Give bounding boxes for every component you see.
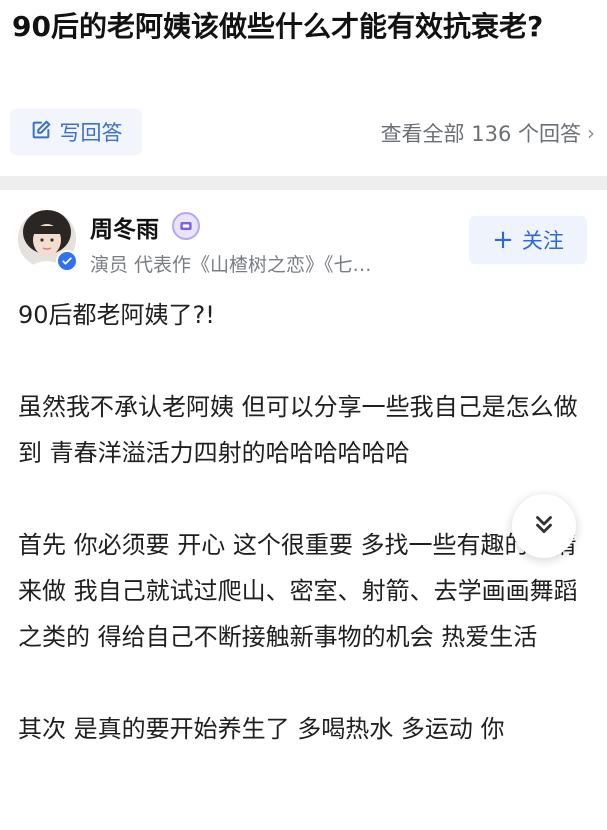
- answer-paragraph: 虽然我不承认老阿姨 但可以分享一些我自己是怎么做到 青春洋溢活力四射的哈哈哈哈哈…: [18, 393, 578, 467]
- follow-label: 关注: [521, 229, 564, 253]
- chevron-right-icon: ›: [587, 121, 595, 145]
- answer-paragraph: 90后都老阿姨了?!: [18, 301, 215, 329]
- plus-icon: +: [492, 225, 514, 255]
- answer-body: 90后都老阿姨了?! 虽然我不承认老阿姨 但可以分享一些我自己是怎么做到 青春洋…: [18, 292, 593, 798]
- section-divider: [0, 176, 607, 190]
- author-name[interactable]: 周冬雨: [90, 210, 159, 244]
- write-answer-button[interactable]: 写回答: [10, 109, 142, 155]
- edit-icon: [30, 119, 52, 146]
- answer-paragraph: 其次 是真的要开始养生了 多喝热水 多运动 你: [18, 715, 505, 743]
- answer-paragraph: 首先 你必须要 开心 这个很重要 多找一些有趣的事情来做 我自己就试过爬山、密室…: [18, 531, 578, 651]
- question-title[interactable]: 90后的老阿姨该做些什么才能有效抗衰老?: [12, 4, 597, 50]
- follow-button[interactable]: + 关注: [469, 216, 587, 264]
- view-all-answers-link[interactable]: 查看全部 136 个回答 ›: [381, 116, 595, 150]
- author-row: 周冬雨 演员 代表作《山楂树之恋》《七… + 关注: [0, 204, 607, 284]
- author-bio: 演员 代表作《山楂树之恋》《七…: [90, 254, 372, 276]
- question-answer-page: 90后的老阿姨该做些什么才能有效抗衰老? 写回答 查看全部 136 个回答 ›: [0, 0, 607, 830]
- write-answer-label: 写回答: [59, 121, 123, 145]
- double-chevron-down-icon: [531, 511, 557, 541]
- question-action-bar: 写回答 查看全部 136 个回答 ›: [0, 106, 607, 160]
- verified-badge-icon: [56, 250, 78, 272]
- scroll-down-button[interactable]: [512, 494, 576, 558]
- view-all-label: 查看全部 136 个回答: [380, 122, 581, 146]
- creator-level-badge-icon[interactable]: [172, 212, 200, 240]
